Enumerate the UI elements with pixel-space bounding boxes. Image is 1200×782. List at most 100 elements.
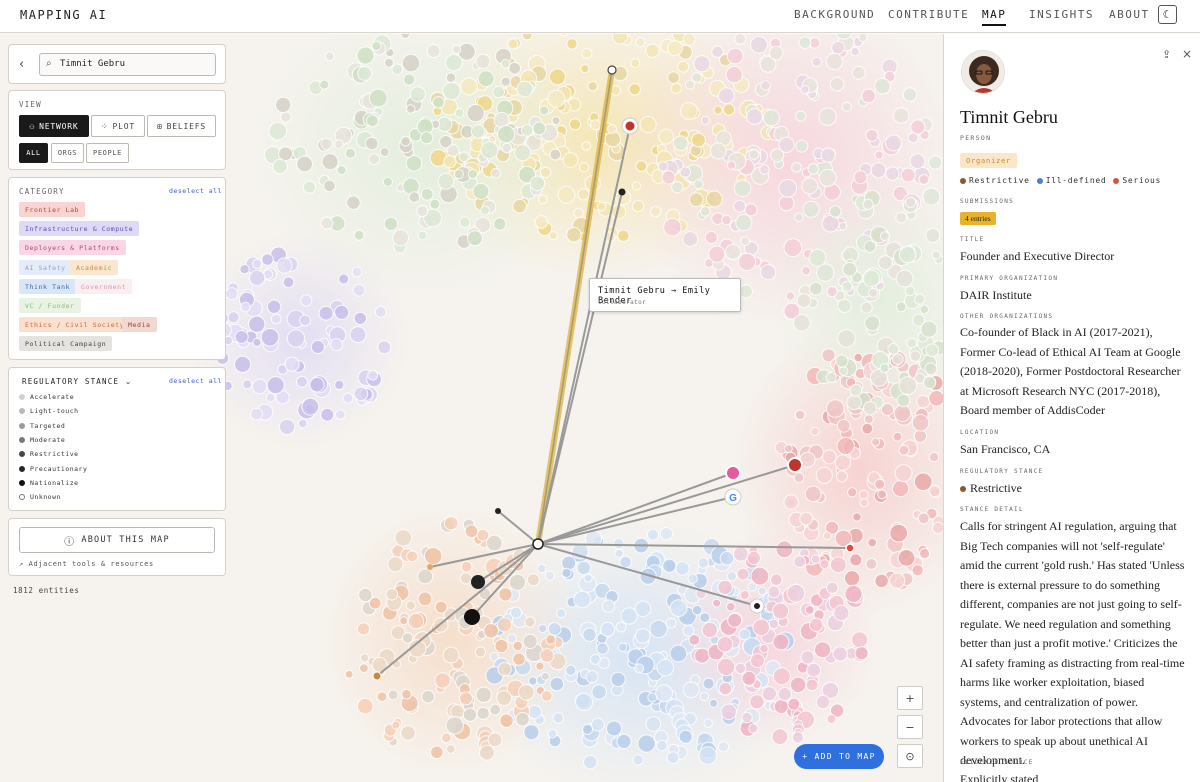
entity-node <box>582 627 597 642</box>
stance-filter-item[interactable]: Targeted <box>19 422 65 430</box>
entity-node <box>234 355 252 373</box>
entity-node <box>768 618 780 630</box>
entity-node <box>791 161 802 173</box>
stance-filter-item[interactable]: Accelerate <box>19 393 74 401</box>
entity-node <box>809 617 824 632</box>
category-chip[interactable]: Academic <box>70 260 119 275</box>
beliefs-view-button[interactable]: ⊞ BELIEFS <box>147 115 216 137</box>
category-chip[interactable]: Government <box>75 279 133 294</box>
nav-map[interactable]: MAP <box>982 8 1007 26</box>
entity-node <box>783 494 799 510</box>
about-map-button[interactable]: ⓘ ABOUT THIS MAP <box>19 527 215 553</box>
entity-node <box>409 86 426 103</box>
entity-node <box>639 115 657 134</box>
entity-node <box>459 572 472 585</box>
entity-node <box>474 646 487 658</box>
entity-node <box>547 89 566 108</box>
other-orgs-value: Co-founder of Black in AI (2017-2021), F… <box>960 325 1181 417</box>
adjacent-tools-link[interactable]: ↗ Adjacent tools & resources <box>19 560 154 568</box>
stance-label[interactable]: REGULATORY STANCE ⌄ <box>22 377 132 386</box>
entity-node <box>475 686 492 703</box>
entity-node <box>725 66 743 84</box>
entity-node <box>677 60 690 73</box>
entity-node <box>600 621 616 637</box>
entity-count: 1812 entities <box>13 586 80 595</box>
stance-filter-item[interactable]: Restrictive <box>19 450 79 458</box>
close-icon[interactable]: × <box>1182 47 1192 61</box>
stance-dot-icon <box>19 436 25 443</box>
entity-node <box>489 703 502 716</box>
filter-all-button[interactable]: ALL <box>19 143 48 163</box>
entity-node <box>585 670 599 684</box>
reset-view-button[interactable]: ⊙ <box>897 744 923 768</box>
nav-insights[interactable]: INSIGHTS <box>1029 8 1094 21</box>
stance-tag: Serious <box>1113 176 1161 185</box>
entity-node <box>778 178 798 198</box>
category-chip[interactable]: AI Safety <box>19 260 72 275</box>
entity-node <box>417 568 434 585</box>
entity-node <box>672 135 689 151</box>
brand-logo[interactable]: MAPPING AI <box>20 8 107 22</box>
entity-node <box>920 320 938 338</box>
back-arrow-icon[interactable]: ‹ <box>19 57 24 72</box>
stance-tags: Restrictive Ill-defined Serious <box>960 176 1161 185</box>
category-chip[interactable]: Infrastructure & Compute <box>19 221 140 236</box>
entity-node <box>808 248 827 267</box>
entity-node <box>583 573 593 583</box>
entity-node <box>691 604 703 616</box>
plot-view-button[interactable]: ⁘ PLOT <box>91 115 145 137</box>
entity-node <box>367 369 379 381</box>
entity-node <box>913 429 928 443</box>
entity-node <box>919 547 931 560</box>
entity-node <box>480 205 490 216</box>
tag-dot-icon <box>960 177 966 184</box>
share-icon[interactable]: ⇪ <box>1162 48 1171 61</box>
stance-dot-icon <box>19 479 25 486</box>
zoom-out-button[interactable]: − <box>897 715 923 739</box>
entity-node <box>893 404 912 423</box>
stance-deselect-all[interactable]: deselect all <box>169 377 222 385</box>
search-box[interactable]: ⌕ <box>39 53 216 76</box>
stance-filter-item[interactable]: Precautionary <box>19 465 87 473</box>
category-chip[interactable]: Deployers & Platforms <box>19 240 126 255</box>
add-to-map-button[interactable]: + ADD TO MAP <box>794 744 884 769</box>
category-chip[interactable]: Political Campaign <box>19 336 113 351</box>
entity-node <box>445 72 457 83</box>
entity-node <box>251 378 268 395</box>
category-chip[interactable]: Media <box>122 317 157 332</box>
category-chip[interactable]: Frontier Lab <box>19 202 86 217</box>
entity-node <box>881 403 894 416</box>
nav-background[interactable]: BACKGROUND <box>794 8 875 21</box>
entity-node <box>445 716 464 735</box>
submissions-badge[interactable]: 4 entries <box>960 212 996 225</box>
zoom-in-button[interactable]: + <box>897 686 923 710</box>
entity-node <box>296 375 308 388</box>
entity-node <box>387 556 404 573</box>
node-connection <box>495 508 501 514</box>
nav-about[interactable]: ABOUT <box>1109 8 1150 21</box>
primary-org-value[interactable]: DAIR Institute <box>960 286 1032 306</box>
category-deselect-all[interactable]: deselect all <box>169 187 222 195</box>
entity-node <box>302 180 317 194</box>
entity-node <box>770 573 783 587</box>
entity-node <box>399 616 409 626</box>
entity-node <box>466 104 485 123</box>
stance-filter-item[interactable]: Nationalize <box>19 479 79 487</box>
stance-filter-item[interactable]: Light-touch <box>19 407 79 415</box>
filter-people-button[interactable]: PEOPLE <box>86 143 129 163</box>
entity-node <box>726 602 736 612</box>
stance-filter-item[interactable]: Moderate <box>19 436 65 444</box>
filter-orgs-button[interactable]: ORGS <box>51 143 84 163</box>
theme-toggle-icon[interactable]: ☾ <box>1158 5 1177 24</box>
entity-node <box>863 414 874 425</box>
stance-filter-item[interactable]: Unknown <box>19 493 61 501</box>
entity-node <box>535 661 545 671</box>
search-input[interactable] <box>60 59 210 69</box>
entity-node <box>778 136 795 153</box>
category-chip[interactable]: Ethics / Civil Society <box>19 317 131 332</box>
entity-node <box>454 108 465 119</box>
nav-contribute[interactable]: CONTRIBUTE <box>888 8 969 21</box>
category-chip[interactable]: VC / Funder <box>19 298 81 313</box>
category-chip[interactable]: Think Tank <box>19 279 77 294</box>
network-view-button[interactable]: ⚇ NETWORK <box>19 115 89 137</box>
